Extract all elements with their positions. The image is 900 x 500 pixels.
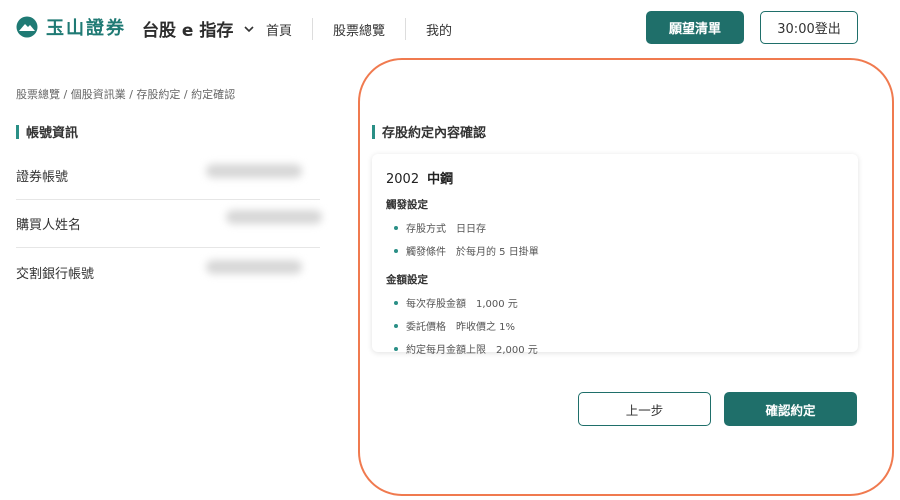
nav-divider [312,18,314,40]
item-key: 委託價格 [406,322,446,333]
item-value: 1,000 元 [476,299,518,310]
account-row-label: 證券帳號 [16,170,69,185]
esun-logo-icon [16,16,38,38]
item-key: 觸發條件 [406,247,446,258]
trigger-item: 存股方式 日日存 [394,220,844,235]
amount-item: 約定每月金額上限 2,000 元 [394,341,844,356]
bullet-dot [394,225,398,230]
nav-mine[interactable]: 我的 [426,20,452,39]
item-value: 於每月的 5 日掛單 [456,247,539,258]
item-key: 存股方式 [406,224,446,235]
trigger-group-title: 觸發設定 [386,199,428,211]
item-key: 約定每月金額上限 [406,345,486,356]
item-key: 每次存股金額 [406,299,466,310]
masked-value [206,164,302,178]
item-value: 2,000 元 [496,345,538,356]
account-row-label: 購買人姓名 [16,218,82,233]
previous-step-button[interactable]: 上一步 [578,392,711,426]
nav-divider [405,18,407,40]
account-row-label: 交割銀行帳號 [16,266,95,282]
bullet-dot [394,248,398,253]
account-row-securities: 證券帳號 [16,152,320,200]
product-switcher[interactable]: 台股 e 指存 [142,16,255,41]
item-value: 昨收價之 1% [456,322,516,333]
item-value: 日日存 [456,224,486,235]
logout-button[interactable]: 30:00登出 [760,11,858,44]
section-accent-bar [372,124,375,139]
brand-name: 玉山證券 [46,18,126,39]
product-name: 台股 e 指存 [142,21,234,41]
account-title-text: 帳號資訊 [26,126,79,141]
amount-item: 委託價格 昨收價之 1% [394,318,844,333]
chevron-down-icon [244,25,254,32]
main-nav: 首頁 股票總覽 我的 [266,18,452,40]
stock-heading: 2002 中鋼 [386,168,844,187]
brand-logo[interactable]: 玉山證券 [16,14,126,40]
bullet-dot [394,300,398,305]
amount-group-title: 金額設定 [386,274,428,286]
account-row-buyer-name: 購買人姓名 [16,200,322,248]
breadcrumb[interactable]: 股票總覽 / 個股資訊業 / 存股約定 / 約定確認 [16,86,235,102]
wishlist-button[interactable]: 願望清單 [646,11,744,44]
confirm-title-text: 存股約定內容確認 [382,126,487,141]
confirm-card: 2002 中鋼 觸發設定 存股方式 日日存 觸發條件 於每月的 5 日掛單 金額設… [372,154,858,356]
stock-name: 中鋼 [427,172,454,187]
confirm-agreement-button[interactable]: 確認約定 [724,392,857,426]
masked-value [226,210,322,224]
account-info-list: 證券帳號 購買人姓名 交割銀行帳號 [16,152,322,296]
nav-stock-overview[interactable]: 股票總覽 [333,20,385,39]
nav-home[interactable]: 首頁 [266,20,292,39]
confirm-section-title: 存股約定內容確認 [372,122,486,141]
amount-item: 每次存股金額 1,000 元 [394,295,844,310]
top-header: 玉山證券 台股 e 指存 首頁 股票總覽 我的 願望清單 30:00登出 [0,0,900,56]
account-section-title: 帳號資訊 [16,122,78,141]
bullet-dot [394,346,398,351]
account-row-bank: 交割銀行帳號 [16,248,320,296]
masked-value [206,260,302,274]
bullet-dot [394,323,398,328]
trigger-item: 觸發條件 於每月的 5 日掛單 [394,243,844,258]
section-accent-bar [16,124,19,139]
stock-code: 2002 [386,172,420,187]
